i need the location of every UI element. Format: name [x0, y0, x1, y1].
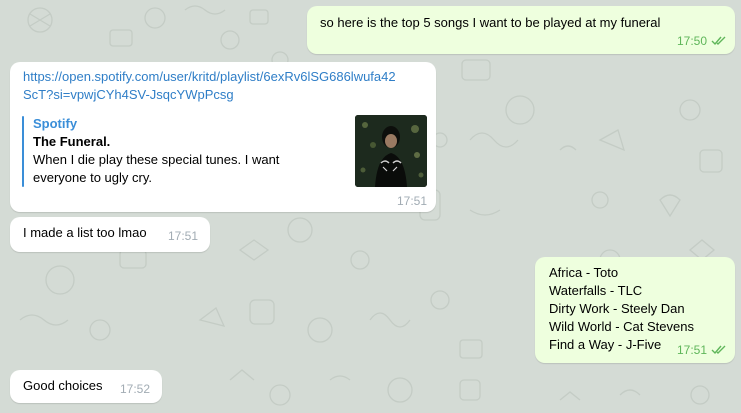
message-bubble-incoming[interactable]: Good choices 17:52 [10, 370, 162, 403]
song-item: Dirty Work - Steely Dan [549, 301, 685, 316]
message-time: 17:51 [676, 343, 707, 358]
song-list: Africa - Toto Waterfalls - TLC Dirty Wor… [549, 264, 694, 354]
double-check-icon [711, 344, 727, 358]
message-time: 17:51 [396, 194, 427, 208]
playlist-link-line-2[interactable]: ScT?si=vpwjCYh4SV-JsqcYWpPcsg [23, 86, 396, 104]
preview-title: The Funeral. [33, 134, 111, 149]
song-item: Africa - Toto [549, 265, 619, 280]
chat-background: so here is the top 5 songs I want to be … [0, 0, 741, 413]
message-bubble-outgoing-song-list[interactable]: Africa - Toto Waterfalls - TLC Dirty Wor… [535, 257, 735, 363]
link-preview[interactable]: Spotify The Funeral. When I die play the… [33, 115, 279, 187]
message-bubble-outgoing[interactable]: so here is the top 5 songs I want to be … [307, 6, 735, 54]
message-meta: 17:50 [677, 34, 727, 49]
playlist-link-line-1[interactable]: https://open.spotify.com/user/kritd/play… [23, 68, 396, 86]
double-check-icon [711, 35, 727, 49]
message-time: 17:52 [119, 382, 150, 396]
link-block[interactable]: https://open.spotify.com/user/kritd/play… [23, 68, 396, 104]
message-bubble-incoming-link[interactable]: https://open.spotify.com/user/kritd/play… [10, 62, 436, 212]
preview-site-name: Spotify [33, 116, 78, 131]
song-item: Wild World - Cat Stevens [549, 319, 694, 334]
message-time: 17:51 [167, 229, 198, 243]
message-text: Good choices [23, 378, 103, 393]
message-text: so here is the top 5 songs I want to be … [320, 15, 661, 30]
message-bubble-incoming[interactable]: I made a list too lmao 17:51 [10, 217, 210, 252]
message-meta: 17:51 [677, 343, 727, 358]
message-text: I made a list too lmao [23, 225, 147, 240]
song-item: Find a Way - J-Five [549, 337, 662, 352]
message-time: 17:50 [676, 34, 707, 49]
song-item: Waterfalls - TLC [549, 283, 643, 298]
playlist-cover-photo[interactable] [355, 115, 427, 187]
preview-description-line-2: everyone to ugly cry. [33, 170, 152, 185]
preview-accent-bar [22, 116, 24, 187]
preview-description-line-1: When I die play these special tunes. I w… [33, 152, 280, 167]
